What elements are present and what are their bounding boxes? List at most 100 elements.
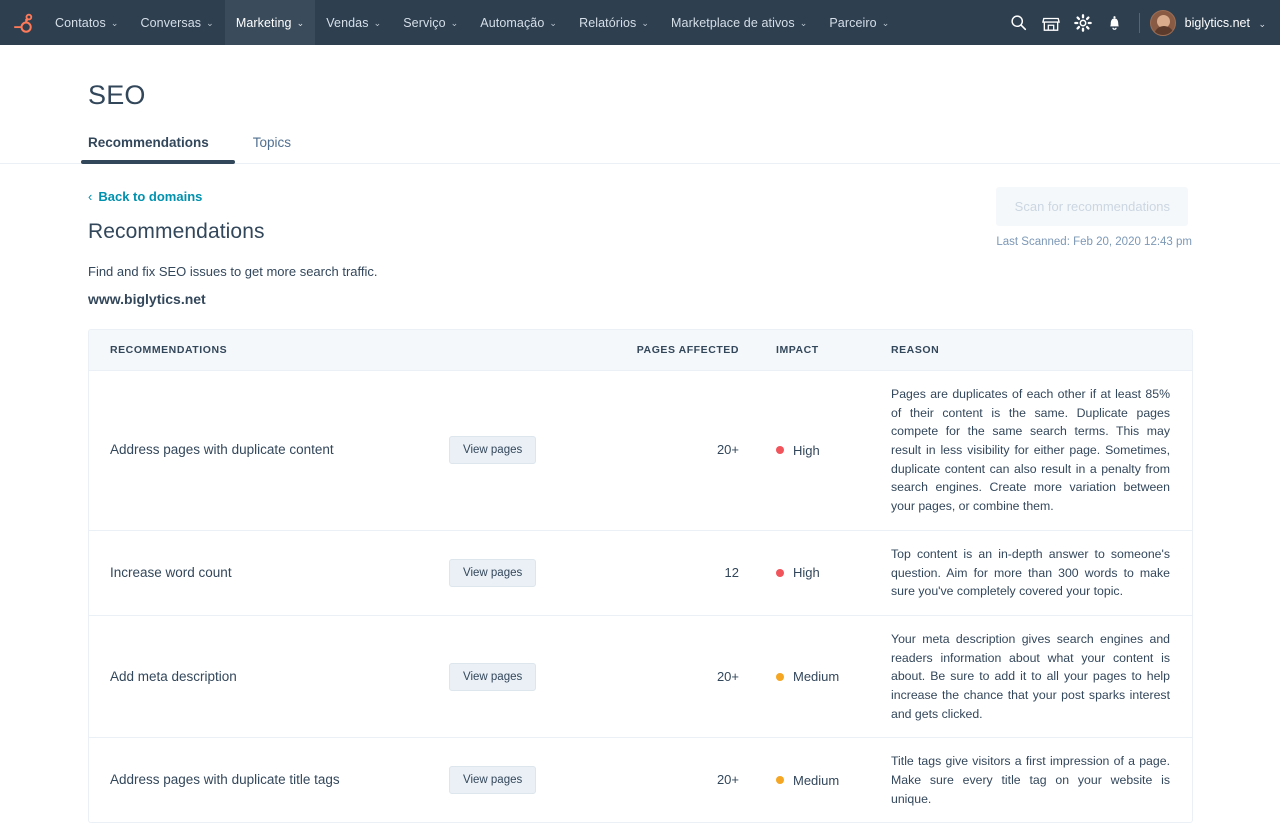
impact-cell: Medium (749, 669, 869, 684)
recommendation-name: Address pages with duplicate content (110, 442, 334, 457)
reason-text: Title tags give visitors a first impress… (891, 752, 1170, 808)
nav-item-label: Parceiro (829, 16, 876, 30)
nav-item-label: Marketplace de ativos (671, 16, 795, 30)
top-navigation-bar: Contatos ⌄ Conversas ⌄ Marketing ⌄ Venda… (0, 0, 1280, 45)
reason-cell: Your meta description gives search engin… (869, 630, 1192, 723)
reason-cell: Pages are duplicates of each other if at… (869, 385, 1192, 516)
chevron-down-icon: ⌄ (374, 18, 382, 29)
impact-label: Medium (793, 773, 839, 788)
tab-bar: Recommendations Topics (88, 125, 1280, 163)
pages-affected-value: 12 (725, 565, 739, 580)
tab-topics[interactable]: Topics (235, 125, 309, 163)
account-menu-button[interactable]: biglytics.net ⌄ (1185, 16, 1266, 30)
back-link-label: Back to domains (98, 189, 202, 204)
nav-item-parceiro[interactable]: Parceiro ⌄ (818, 0, 900, 45)
hubspot-logo-button[interactable] (0, 0, 44, 45)
pages-affected-value: 20+ (717, 669, 739, 684)
nav-item-label: Serviço (403, 16, 445, 30)
view-pages-button[interactable]: View pages (449, 663, 536, 691)
account-name-label: biglytics.net (1185, 16, 1250, 30)
nav-divider (1139, 13, 1140, 33)
impact-badge: Medium (776, 669, 869, 684)
chevron-down-icon: ⌄ (297, 18, 305, 29)
domain-name: www.biglytics.net (88, 291, 1192, 307)
section-subtitle: Find and fix SEO issues to get more sear… (88, 264, 1192, 279)
nav-item-label: Relatórios (579, 16, 636, 30)
nav-item-contatos[interactable]: Contatos ⌄ (44, 0, 130, 45)
tab-recommendations[interactable]: Recommendations (88, 125, 235, 163)
impact-cell: High (749, 565, 869, 580)
recommendation-cell: Increase word count (89, 564, 449, 582)
nav-item-label: Vendas (326, 16, 368, 30)
pages-affected-cell: 20+ (619, 441, 749, 459)
view-pages-button[interactable]: View pages (449, 766, 536, 794)
chevron-down-icon: ⌄ (549, 18, 557, 29)
column-header-reason: REASON (869, 344, 1192, 356)
impact-badge: High (776, 565, 869, 580)
tab-label: Topics (253, 135, 291, 150)
chevron-down-icon: ⌄ (206, 18, 214, 29)
reason-text: Your meta description gives search engin… (891, 630, 1170, 723)
settings-gear-icon[interactable] (1067, 0, 1099, 45)
chevron-down-icon: ⌄ (641, 18, 649, 29)
nav-item-label: Conversas (141, 16, 202, 30)
impact-dot-icon (776, 446, 784, 454)
pages-affected-cell: 20+ (619, 771, 749, 789)
back-to-domains-link[interactable]: ‹ Back to domains (88, 189, 202, 204)
impact-dot-icon (776, 776, 784, 784)
table-row: Address pages with duplicate title tags … (89, 738, 1192, 822)
table-row: Address pages with duplicate content Vie… (89, 371, 1192, 531)
scan-area: Scan for recommendations Last Scanned: F… (996, 187, 1192, 248)
nav-item-servico[interactable]: Serviço ⌄ (392, 0, 469, 45)
recommendations-table: RECOMMENDATIONS PAGES AFFECTED IMPACT RE… (88, 329, 1193, 823)
impact-label: Medium (793, 669, 839, 684)
nav-item-relatorios[interactable]: Relatórios ⌄ (568, 0, 660, 45)
nav-item-label: Automação (480, 16, 544, 30)
nav-item-automacao[interactable]: Automação ⌄ (469, 0, 568, 45)
search-icon[interactable] (1003, 0, 1035, 45)
hubspot-sprocket-icon (11, 12, 33, 34)
scan-for-recommendations-button[interactable]: Scan for recommendations (996, 187, 1188, 226)
nav-item-label: Contatos (55, 16, 106, 30)
chevron-down-icon: ⌄ (451, 18, 459, 29)
page-title: SEO (88, 45, 1280, 125)
action-cell: View pages (449, 766, 619, 794)
impact-cell: High (749, 443, 869, 458)
column-header-pages-affected: PAGES AFFECTED (619, 344, 749, 356)
nav-item-marketplace-de-ativos[interactable]: Marketplace de ativos ⌄ (660, 0, 818, 45)
marketplace-storefront-icon[interactable] (1035, 0, 1067, 45)
recommendation-cell: Add meta description (89, 668, 449, 686)
nav-item-label: Marketing (236, 16, 292, 30)
chevron-left-icon: ‹ (88, 189, 92, 204)
reason-text: Top content is an in-depth answer to som… (891, 545, 1170, 601)
recommendation-cell: Address pages with duplicate title tags (89, 771, 449, 789)
nav-item-marketing[interactable]: Marketing ⌄ (225, 0, 315, 45)
column-header-recommendations: RECOMMENDATIONS (89, 344, 449, 356)
action-cell: View pages (449, 559, 619, 587)
pages-affected-value: 20+ (717, 772, 739, 787)
recommendation-cell: Address pages with duplicate content (89, 441, 449, 459)
view-pages-button[interactable]: View pages (449, 436, 536, 464)
view-pages-button[interactable]: View pages (449, 559, 536, 587)
impact-label: High (793, 443, 820, 458)
column-header-impact: IMPACT (749, 344, 869, 356)
recommendation-name: Add meta description (110, 669, 237, 684)
pages-affected-value: 20+ (717, 442, 739, 457)
nav-item-conversas[interactable]: Conversas ⌄ (130, 0, 225, 45)
primary-nav-items: Contatos ⌄ Conversas ⌄ Marketing ⌄ Venda… (44, 0, 900, 45)
table-row: Increase word count View pages 12 High T… (89, 531, 1192, 616)
chevron-down-icon: ⌄ (800, 18, 808, 29)
impact-badge: Medium (776, 773, 869, 788)
nav-item-vendas[interactable]: Vendas ⌄ (315, 0, 392, 45)
impact-badge: High (776, 443, 869, 458)
recommendation-name: Increase word count (110, 565, 232, 580)
reason-cell: Top content is an in-depth answer to som… (869, 545, 1192, 601)
action-cell: View pages (449, 663, 619, 691)
reason-text: Pages are duplicates of each other if at… (891, 385, 1170, 516)
user-avatar[interactable] (1150, 10, 1176, 36)
notifications-bell-icon[interactable] (1099, 0, 1131, 45)
chevron-down-icon: ⌄ (111, 18, 119, 29)
tab-label: Recommendations (88, 135, 209, 150)
nav-utility-area: biglytics.net ⌄ (1003, 0, 1280, 45)
impact-cell: Medium (749, 773, 869, 788)
